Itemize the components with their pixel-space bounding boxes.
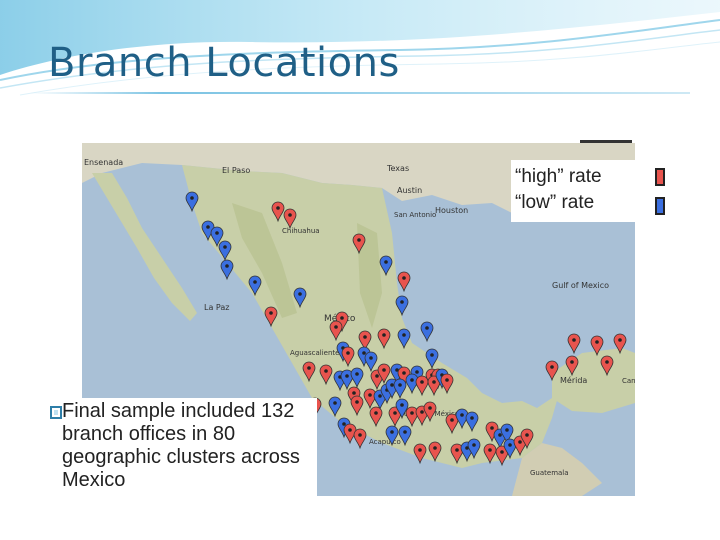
map-place-label: La Paz [204, 303, 229, 312]
legend-high-swatch [655, 168, 665, 186]
map-place-label: Texas [386, 164, 409, 173]
map-place-label: Ensenada [84, 158, 123, 167]
slide-title: Branch Locations [48, 40, 400, 86]
summary-text: Final sample included 132 branch offices… [62, 400, 300, 491]
map-place-label: Mérida [560, 375, 587, 385]
legend-low-swatch [655, 197, 665, 215]
map-place-label: Cancún [622, 377, 635, 385]
map-place-label: San Antonio [394, 211, 436, 219]
map-place-label: Guatemala [530, 469, 569, 477]
map-place-label: Aguascalientes [290, 349, 343, 357]
map-place-label: Chihuahua [282, 227, 320, 235]
square-bullet-icon [50, 406, 62, 419]
legend-high-rate: “high” rate [515, 166, 602, 187]
map-place-label: Acapulco [369, 438, 401, 446]
map-place-label: Houston [435, 206, 468, 215]
rate-legend: “high” rate “low” rate [511, 160, 639, 222]
map-place-label: Gulf of Mexico [552, 281, 609, 290]
map-place-label: El Paso [222, 166, 250, 175]
title-divider [30, 92, 690, 94]
legend-low-rate: “low” rate [515, 192, 595, 213]
map-place-label: Austin [397, 186, 422, 195]
summary-callout: Final sample included 132 branch offices… [40, 398, 317, 498]
